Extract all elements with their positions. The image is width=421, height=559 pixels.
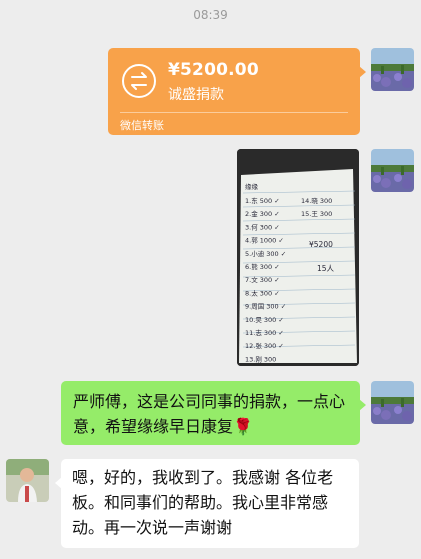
transfer-amount: ¥5200.00: [168, 60, 259, 80]
photo-list-row: 3.何 300 ✓: [245, 222, 280, 231]
photo-list-row: 15.王 300: [301, 210, 332, 218]
photo-caption: 缘缘: [245, 182, 259, 191]
outgoing-message-bubble[interactable]: 严师傅，这是公司同事的捐款，一点心意，希望缘缘早日康复🌹: [61, 381, 366, 445]
photo-people-count: 15人: [317, 264, 335, 273]
landscape-avatar-icon: [371, 381, 414, 424]
photo-message[interactable]: 缘缘 1.东 500 ✓ 2.金 300 ✓ 3.何 300 ✓ 4.郭 1000 ✓ 5…: [237, 149, 359, 366]
photo-total: ¥5200: [309, 240, 333, 249]
photo-list-row: 7.文 300 ✓: [245, 275, 280, 284]
photo-list-row: 5.小迪 300 ✓: [245, 249, 286, 258]
transfer-card[interactable]: ¥5200.00 诚盛捐款 微信转账: [108, 48, 366, 135]
landscape-avatar-icon: [371, 48, 414, 91]
self-avatar[interactable]: [371, 381, 414, 424]
person-avatar-icon: [6, 459, 49, 502]
photo-list-row: 8.太 300 ✓: [245, 288, 280, 297]
photo-list-row: 10.昊 300 ✓: [245, 316, 284, 324]
transfer-divider: [120, 112, 348, 113]
transfer-arrows-icon: [122, 64, 156, 98]
timestamp: 08:39: [193, 8, 228, 22]
transfer-note: 诚盛捐款: [168, 87, 224, 103]
photo-list-row: 2.金 300 ✓: [245, 209, 280, 218]
photo-list-row: 14.晓 300: [301, 196, 332, 205]
incoming-message-text: 嗯，好的，我收到了。我感谢 各位老板。和同事们的帮助。我心里非常感动。再一次说一…: [72, 468, 334, 537]
incoming-message-bubble[interactable]: 嗯，好的，我收到了。我感谢 各位老板。和同事们的帮助。我心里非常感动。再一次说一…: [55, 459, 359, 548]
photo-list-row: 13.刚 300: [245, 354, 276, 363]
rose-emoji-icon: 🌹: [233, 417, 253, 436]
transfer-footer: 微信转账: [120, 119, 164, 132]
photo-list-row: 4.郭 1000 ✓: [245, 236, 284, 245]
self-avatar[interactable]: [371, 149, 414, 192]
photo-list-row: 9.周国 300 ✓: [245, 303, 286, 311]
donation-list-photo: 缘缘 1.东 500 ✓ 2.金 300 ✓ 3.何 300 ✓ 4.郭 1000 ✓ 5…: [237, 149, 359, 366]
landscape-avatar-icon: [371, 149, 414, 192]
contact-avatar[interactable]: [6, 459, 49, 502]
photo-list-row: 12.张 300 ✓: [245, 341, 284, 350]
photo-list-row: 11.志 300 ✓: [245, 328, 284, 337]
photo-list-row: 1.东 500 ✓: [245, 196, 280, 205]
self-avatar[interactable]: [371, 48, 414, 91]
outgoing-message-text: 严师傅，这是公司同事的捐款，一点心意，希望缘缘早日康复: [73, 392, 346, 436]
photo-list-row: 6.熊 300 ✓: [245, 262, 280, 271]
